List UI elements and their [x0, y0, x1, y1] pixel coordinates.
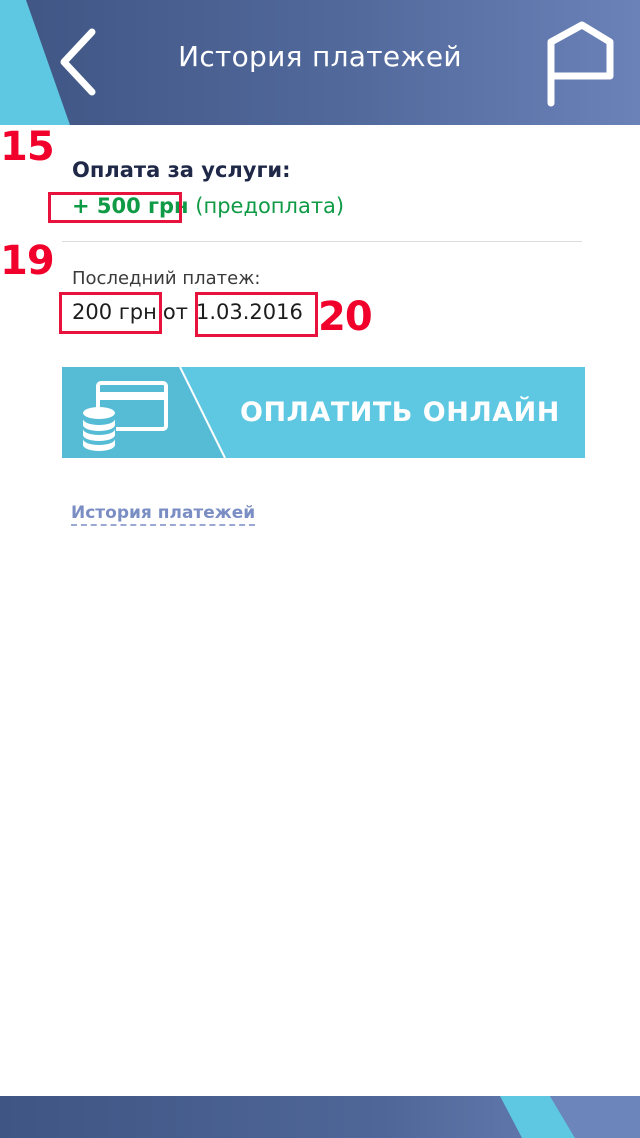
pay-online-button[interactable]: ОПЛАТИТЬ ОНЛАЙН: [62, 367, 585, 458]
highlight-box-19: [59, 292, 162, 334]
last-payment-label: Последний платеж:: [72, 268, 261, 289]
annotation-15: 15: [0, 124, 55, 170]
services-note: (предоплата): [195, 194, 345, 218]
annotation-19: 19: [0, 238, 55, 284]
services-title: Оплата за услуги:: [72, 158, 291, 182]
app-footer: [0, 1096, 640, 1138]
last-payment-separator: от: [162, 300, 188, 324]
highlight-box-20: [195, 292, 318, 337]
highlight-box-15: [48, 192, 182, 223]
history-link[interactable]: История платежей: [71, 503, 256, 526]
app-header: История платежей: [0, 0, 640, 125]
pay-online-label: ОПЛАТИТЬ ОНЛАЙН: [240, 397, 560, 428]
divider: [62, 241, 582, 242]
flag-icon[interactable]: [538, 20, 620, 108]
footer-accent-shape: [500, 1096, 640, 1138]
annotation-20: 20: [318, 294, 373, 340]
